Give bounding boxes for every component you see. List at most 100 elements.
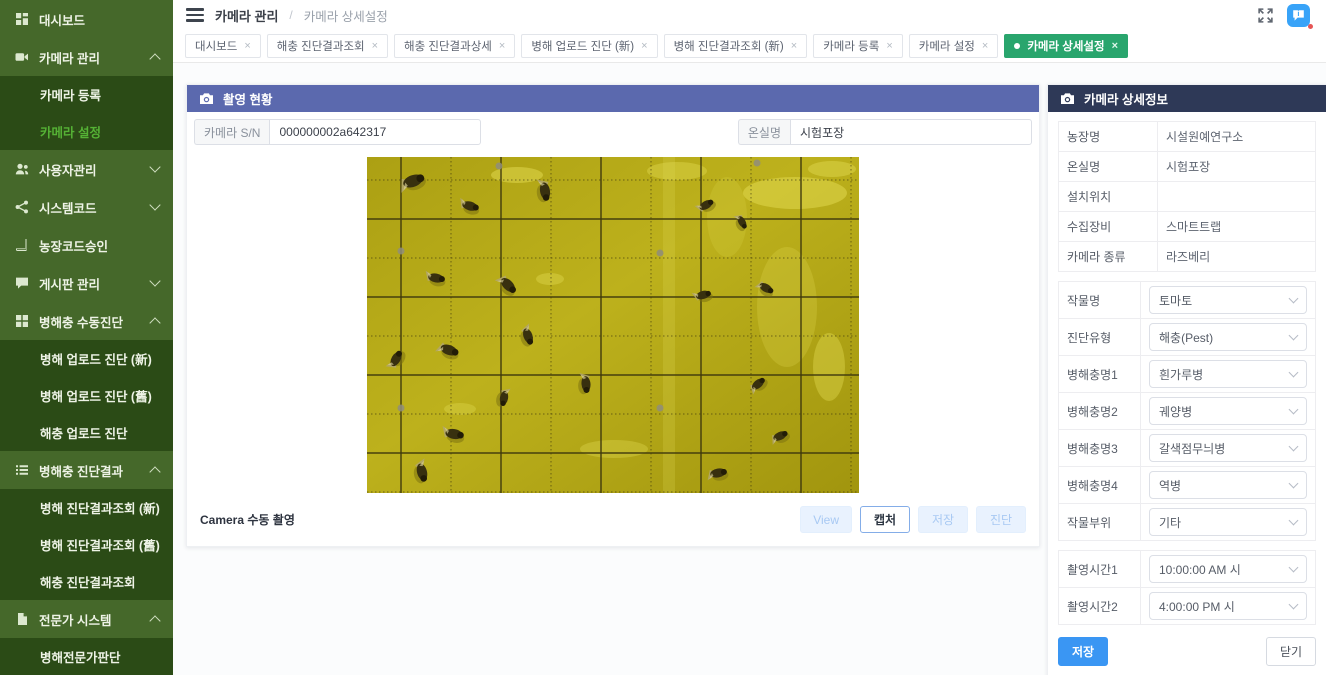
camera-sn-group: 카메라 S/N (194, 119, 481, 145)
tab-close-icon[interactable]: × (499, 40, 505, 52)
breadcrumb-section[interactable]: 카메라 관리 (215, 6, 278, 25)
camera-icon (1060, 92, 1075, 105)
sidebar-item-pest-diagnosis-results[interactable]: 병해충 진단결과 (0, 451, 173, 489)
chat-board-icon (14, 276, 29, 290)
tab-close-icon[interactable]: × (791, 40, 797, 52)
info-row-install-location: 설치위치 (1059, 182, 1316, 212)
sidebar-item-board-management[interactable]: 게시판 관리 (0, 264, 173, 302)
capture-panel-body: 카메라 S/N 온실명 (187, 112, 1039, 546)
tab-pest-result-list[interactable]: 해충 진단결과조회 × (267, 34, 388, 58)
sidebar-item-pest-result-list[interactable]: 해충 진단결과조회 (0, 563, 173, 600)
sidebar-item-disease-result-list-new[interactable]: 병해 진단결과조회 (新) (0, 489, 173, 526)
sidebar-item-disease-result-list-old[interactable]: 병해 진단결과조회 (舊) (0, 526, 173, 563)
select-pest-name-3[interactable]: 갈색점무늬병 (1149, 434, 1307, 462)
camera-info-table: 농장명시설원예연구소 온실명시험포장 설치위치 수집장비스마트트랩 카메라 종류… (1058, 121, 1316, 272)
camera-sn-input[interactable] (269, 119, 481, 145)
select-capture-time-1[interactable]: 10:00:00 AM 시 (1149, 555, 1307, 583)
info-row-camera-type: 카메라 종류라즈베리 (1059, 242, 1316, 272)
fullscreen-icon[interactable] (1257, 7, 1274, 24)
tab-disease-upload-new[interactable]: 병해 업로드 진단 (新)× (521, 34, 657, 58)
sidebar-item-label: 병해 업로드 진단 (新) (40, 349, 159, 368)
tab-label: 카메라 설정 (919, 38, 975, 54)
trap-image (367, 157, 859, 493)
save-capture-button[interactable]: 저장 (918, 506, 968, 533)
active-tab-dot-icon (1014, 43, 1020, 49)
tab-pest-result-detail[interactable]: 해충 진단결과상세× (394, 34, 515, 58)
sidebar-item-camera-settings[interactable]: 카메라 설정 (0, 113, 173, 150)
capture-panel-header: 촬영 현황 (187, 85, 1039, 112)
tab-close-icon[interactable]: × (982, 40, 988, 52)
select-capture-time-2[interactable]: 4:00:00 PM 시 (1149, 592, 1307, 620)
select-pest-name-1[interactable]: 흰가루병 (1149, 360, 1307, 388)
select-crop-name[interactable]: 토마토 (1149, 286, 1307, 314)
detail-panel-actions: 저장 닫기 (1058, 637, 1316, 666)
hamburger-menu-icon[interactable] (186, 8, 204, 21)
chat-info-icon[interactable]: i (1287, 4, 1310, 27)
sidebar-item-pest-upload-diagnosis[interactable]: 해충 업로드 진단 (0, 414, 173, 451)
view-button[interactable]: View (800, 506, 852, 533)
tab-camera-detail-settings[interactable]: 카메라 상세설정× (1004, 34, 1128, 58)
sidebar-item-disease-upload-diagnosis-old[interactable]: 병해 업로드 진단 (舊) (0, 377, 173, 414)
sidebar-item-label: 해충 진단결과조회 (40, 572, 159, 591)
sidebar-item-farm-code-approval[interactable]: 농장코드승인 (0, 226, 173, 264)
chevron-down-icon (1289, 563, 1299, 573)
capture-button[interactable]: 캡처 (860, 506, 910, 533)
tab-close-icon[interactable]: × (1112, 40, 1118, 52)
diagnose-button[interactable]: 진단 (976, 506, 1026, 533)
sidebar-item-label: 카메라 설정 (40, 122, 159, 141)
select-value: 해충(Pest) (1159, 329, 1213, 346)
sidebar-submenu-diagnosis-results: 병해 진단결과조회 (新) 병해 진단결과조회 (舊) 해충 진단결과조회 (0, 489, 173, 600)
sidebar-item-disease-upload-diagnosis-new[interactable]: 병해 업로드 진단 (新) (0, 340, 173, 377)
tab-close-icon[interactable]: × (886, 40, 892, 52)
sidebar-submenu-manual-diagnosis: 병해 업로드 진단 (新) 병해 업로드 진단 (舊) 해충 업로드 진단 (0, 340, 173, 451)
chevron-down-icon (1289, 479, 1299, 489)
info-label: 카메라 종류 (1059, 242, 1158, 272)
tab-label: 해충 진단결과조회 (277, 38, 365, 54)
select-row-pest-name-3: 병해충명3갈색점무늬병 (1059, 430, 1316, 467)
select-row-capture-time-2: 촬영시간24:00:00 PM 시 (1059, 588, 1316, 625)
select-value: 역병 (1159, 477, 1181, 494)
tab-camera-settings[interactable]: 카메라 설정 × (909, 34, 999, 58)
select-pest-name-4[interactable]: 역병 (1149, 471, 1307, 499)
tab-close-icon[interactable]: × (372, 40, 378, 52)
tab-label: 대시보드 (195, 38, 237, 54)
chevron-up-icon (149, 53, 160, 64)
tab-close-icon[interactable]: × (244, 40, 250, 52)
sidebar-item-system-code[interactable]: 시스템코드 (0, 188, 173, 226)
chevron-down-icon (1289, 405, 1299, 415)
info-value: 시설원예연구소 (1158, 122, 1316, 152)
sidebar-item-user-management[interactable]: 사용자관리 (0, 150, 173, 188)
greenhouse-input[interactable] (790, 119, 1032, 145)
book-icon (14, 238, 29, 252)
select-value: 기타 (1159, 514, 1181, 531)
breadcrumb-page: 카메라 상세설정 (304, 6, 388, 25)
sidebar-item-camera-management[interactable]: 카메라 관리 (0, 38, 173, 76)
select-label: 병해충명2 (1059, 393, 1141, 430)
save-settings-button[interactable]: 저장 (1058, 637, 1108, 666)
sidebar-item-label: 전문가 시스템 (39, 610, 141, 629)
select-row-crop-name: 작물명토마토 (1059, 282, 1316, 319)
capture-buttons: View 캡처 저장 진단 (800, 506, 1026, 533)
camera-icon (199, 92, 214, 105)
tab-disease-result-new[interactable]: 병해 진단결과조회 (新)× (664, 34, 808, 58)
tab-dashboard[interactable]: 대시보드 × (185, 34, 261, 58)
sidebar-item-camera-register[interactable]: 카메라 등록 (0, 76, 173, 113)
sidebar-item-label: 병해충 수동진단 (39, 312, 141, 331)
close-panel-button[interactable]: 닫기 (1266, 637, 1316, 666)
tab-camera-register[interactable]: 카메라 등록× (813, 34, 903, 58)
select-crop-part[interactable]: 기타 (1149, 508, 1307, 536)
sidebar-submenu-camera: 카메라 등록 카메라 설정 (0, 76, 173, 150)
panel-title: 촬영 현황 (223, 89, 272, 108)
select-row-capture-time-1: 촬영시간110:00:00 AM 시 (1059, 551, 1316, 588)
chevron-down-icon (149, 275, 160, 286)
diagnosis-settings-table: 작물명토마토 진단유형해충(Pest) 병해충명1흰가루병 병해충명2궤양병 병… (1058, 281, 1316, 541)
select-diagnosis-type[interactable]: 해충(Pest) (1149, 323, 1307, 351)
sidebar-item-label: 카메라 관리 (39, 48, 141, 67)
sidebar-item-dashboard[interactable]: 대시보드 (0, 0, 173, 38)
sidebar-item-expert-system[interactable]: 전문가 시스템 (0, 600, 173, 638)
select-pest-name-2[interactable]: 궤양병 (1149, 397, 1307, 425)
tab-close-icon[interactable]: × (641, 40, 647, 52)
chevron-down-icon (1289, 442, 1299, 452)
sidebar-item-pest-manual-diagnosis[interactable]: 병해충 수동진단 (0, 302, 173, 340)
sidebar-item-disease-expert-judgment[interactable]: 병해전문가판단 (0, 638, 173, 675)
